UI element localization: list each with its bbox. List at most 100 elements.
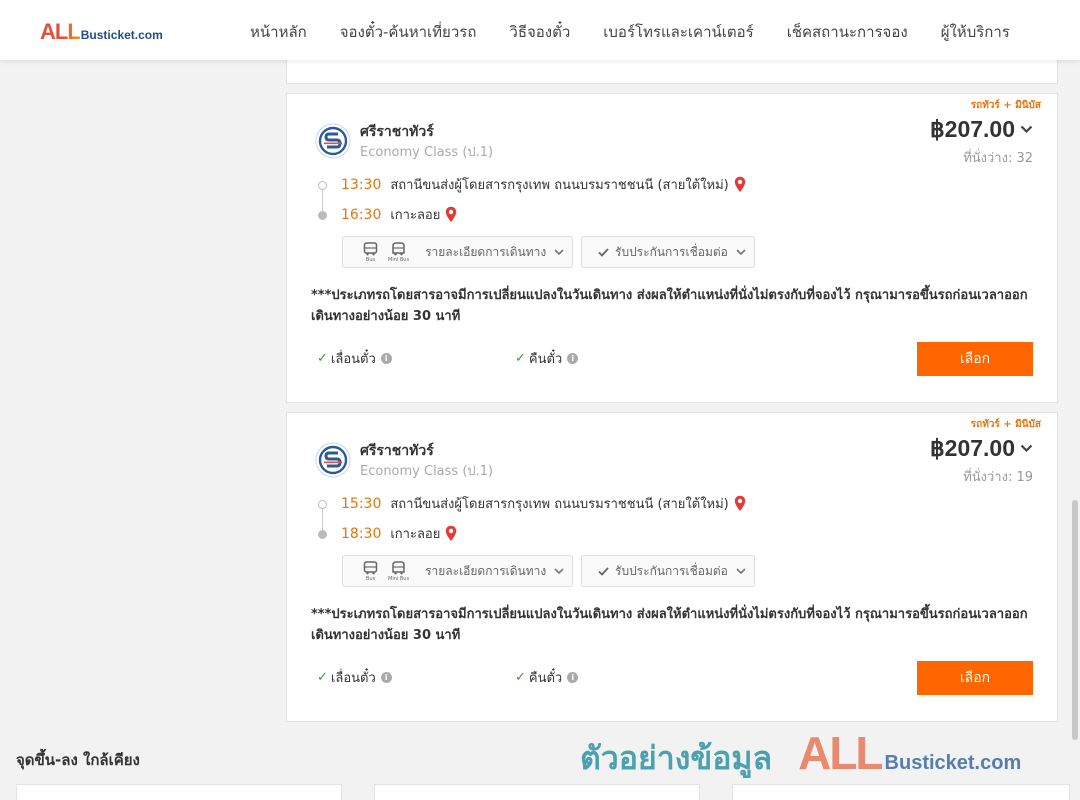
logo-all: ALL	[40, 19, 81, 45]
logo-domain: Busticket.com	[80, 28, 163, 42]
main-nav: หน้าหลัก จองตั๋ว-ค้นหาเที่ยวรถ วิธีจองตั…	[250, 20, 1010, 44]
site-logo[interactable]: ALL Busticket.com	[40, 19, 163, 45]
info-icon[interactable]: i	[380, 672, 392, 683]
timeline-line	[322, 187, 323, 214]
departure-time: 15:30	[341, 495, 382, 512]
arrival-dot	[318, 211, 327, 220]
nearby-stops-title: จุดขึ้น-ลง ใกล้เคียง	[16, 751, 140, 769]
trip-details-dropdown[interactable]: Bus Mini Bus รายละเอียดการเดินทาง	[342, 236, 573, 268]
map-pin-icon[interactable]	[445, 525, 457, 542]
info-icon[interactable]: i	[567, 353, 579, 364]
chevron-down-icon	[736, 248, 746, 255]
operator-logo-icon	[315, 442, 351, 478]
connection-guarantee-label: รับประกันการเชื่อมต่อ	[615, 244, 728, 259]
minibus-icon: Mini Bus	[388, 241, 410, 263]
select-trip-button[interactable]: เลือก	[917, 661, 1033, 695]
trip-price: ฿207.00	[930, 116, 1015, 142]
connection-guarantee-dropdown[interactable]: รับประกันการเชื่อมต่อ	[581, 555, 755, 587]
refund-policy: ✓ คืนตั๋ว i	[515, 667, 579, 688]
price-toggle[interactable]: ฿207.00	[930, 116, 1033, 143]
info-icon[interactable]: i	[567, 672, 579, 683]
departure-place: สถานีขนส่งผู้โดยสารกรุงเทพ ถนนบรมราชชนนี…	[390, 497, 729, 512]
arrival-place: เกาะลอย	[390, 208, 441, 223]
chevron-down-icon	[554, 567, 564, 574]
connection-guarantee-dropdown[interactable]: รับประกันการเชื่อมต่อ	[581, 236, 755, 268]
nav-home[interactable]: หน้าหลัก	[250, 20, 307, 44]
refund-label: คืนตั๋ว	[528, 671, 563, 686]
nav-book-search[interactable]: จองตั๋ว-ค้นหาเที่ยวรถ	[340, 20, 477, 44]
price-toggle[interactable]: ฿207.00	[930, 435, 1033, 462]
minibus-label: Mini Bus	[388, 256, 410, 263]
nav-contact-counters[interactable]: เบอร์โทรและเคาน์เตอร์	[603, 20, 753, 44]
refund-policy: ✓ คืนตั๋ว i	[515, 348, 579, 369]
reschedule-policy: ✓ เลื่อนตั๋ว i	[317, 348, 392, 369]
nav-how-to-book[interactable]: วิธีจองตั๋ว	[509, 20, 570, 44]
bus-label: Bus	[365, 575, 376, 582]
watermark-text: ตัวอย่างข้อมูล	[580, 739, 773, 777]
reschedule-policy: ✓ เลื่อนตั๋ว i	[317, 667, 392, 688]
check-icon: ✓	[515, 351, 526, 366]
trip-details-dropdown[interactable]: Bus Mini Bus รายละเอียดการเดินทาง	[342, 555, 573, 587]
page-scrollbar[interactable]	[1070, 60, 1080, 800]
departure-time: 13:30	[341, 176, 382, 193]
seat-class: Economy Class (ป.1)	[360, 464, 494, 479]
check-icon: ✓	[515, 670, 526, 685]
previous-trip-card	[286, 56, 1058, 84]
trip-card: รถทัวร์ + มินิบัส ศรีราชาทัวร์ Economy C…	[286, 412, 1058, 722]
departure-place: สถานีขนส่งผู้โดยสารกรุงเทพ ถนนบรมราชชนนี…	[390, 178, 729, 193]
minibus-label: Mini Bus	[388, 575, 410, 582]
vehicle-type-tag: รถทัวร์ + มินิบัส	[970, 100, 1041, 111]
nav-check-booking[interactable]: เช็คสถานะการจอง	[787, 20, 908, 44]
map-pin-icon[interactable]	[734, 495, 746, 512]
check-icon: ✓	[317, 670, 328, 685]
chevron-down-icon	[736, 567, 746, 574]
select-trip-button[interactable]: เลือก	[917, 342, 1033, 376]
scrollbar-thumb[interactable]	[1072, 500, 1078, 740]
info-icon[interactable]: i	[380, 353, 392, 364]
seat-class: Economy Class (ป.1)	[360, 145, 494, 160]
sample-data-watermark: ตัวอย่างข้อมูล ALL Busticket.com	[580, 726, 1021, 784]
arrival-stop: 18:30 เกาะลอย	[341, 523, 457, 544]
reschedule-label: เลื่อนตั๋ว	[330, 671, 376, 686]
check-icon: ✓	[317, 351, 328, 366]
chevron-down-icon	[554, 248, 564, 255]
watermark-logo-all: ALL	[798, 727, 883, 779]
trip-card: รถทัวร์ + มินิบัส ศรีราชาทัวร์ Economy C…	[286, 93, 1058, 403]
nearby-stop-card[interactable]	[732, 784, 1070, 800]
departure-stop: 15:30 สถานีขนส่งผู้โดยสารกรุงเทพ ถนนบรมร…	[341, 493, 746, 514]
bus-icon: Bus	[363, 241, 378, 263]
arrival-place: เกาะลอย	[390, 527, 441, 542]
nav-operators[interactable]: ผู้ให้บริการ	[941, 20, 1010, 44]
operator-logo-icon	[315, 123, 351, 159]
trip-notice: ***ประเภทรถโดยสารอาจมีการเปลี่ยนแปลงในวั…	[311, 288, 1028, 324]
nearby-stop-card[interactable]	[16, 784, 342, 800]
nearby-stop-card[interactable]	[374, 784, 700, 800]
vehicle-type-tag: รถทัวร์ + มินิบัส	[970, 419, 1041, 430]
map-pin-icon[interactable]	[445, 206, 457, 223]
operator-name: ศรีราชาทัวร์	[360, 443, 434, 459]
arrival-time: 18:30	[341, 525, 382, 542]
connection-guarantee-label: รับประกันการเชื่อมต่อ	[615, 563, 728, 578]
operator-name: ศรีราชาทัวร์	[360, 124, 434, 140]
arrival-dot	[318, 530, 327, 539]
watermark-logo-domain: Busticket.com	[884, 752, 1022, 774]
departure-dot	[318, 181, 327, 190]
site-header: ALL Busticket.com หน้าหลัก จองตั๋ว-ค้นหา…	[0, 0, 1080, 60]
logo-all-text: ALL	[40, 19, 81, 44]
available-seats: ที่นั่งว่าง: 32	[963, 151, 1033, 166]
vehicle-icons: Bus Mini Bus	[363, 560, 419, 582]
minibus-icon: Mini Bus	[388, 560, 410, 582]
chevron-down-icon	[1020, 444, 1033, 453]
departure-dot	[318, 500, 327, 509]
arrival-time: 16:30	[341, 206, 382, 223]
timeline-line	[322, 506, 323, 533]
bus-icon: Bus	[363, 560, 378, 582]
available-seats: ที่นั่งว่าง: 19	[963, 470, 1033, 485]
trip-details-label: รายละเอียดการเดินทาง	[425, 244, 547, 259]
trip-price: ฿207.00	[930, 435, 1015, 461]
refund-label: คืนตั๋ว	[528, 352, 563, 367]
vehicle-icons: Bus Mini Bus	[363, 241, 419, 263]
check-icon	[598, 566, 609, 576]
map-pin-icon[interactable]	[734, 176, 746, 193]
bus-label: Bus	[365, 256, 376, 263]
